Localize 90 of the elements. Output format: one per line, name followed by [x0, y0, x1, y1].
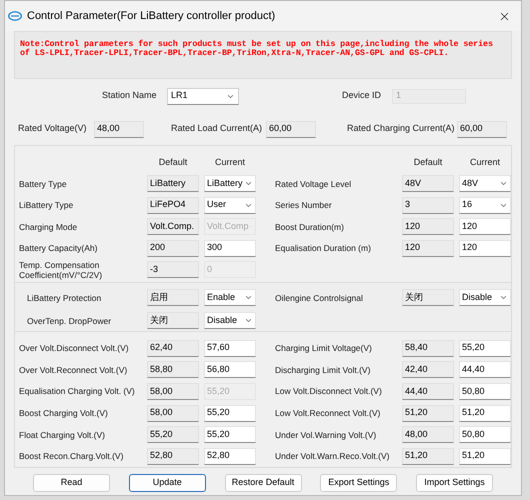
field-label: Oilengine Controlsignal: [275, 292, 363, 303]
default-field: 120: [402, 240, 454, 257]
column-header: Default: [158, 156, 188, 170]
dropdown[interactable]: Enable: [204, 289, 256, 306]
dialog-button[interactable]: Restore Default: [224, 474, 302, 492]
input-field[interactable]: 50,80: [459, 382, 511, 400]
field-label: Low Volt.Disconnect Volt.(V): [275, 386, 382, 396]
field-label: Boost Recon.Charg.Volt.(V): [19, 451, 124, 462]
default-field: 58,00: [147, 404, 199, 422]
default-field: Volt.Comp.: [147, 218, 199, 236]
column-header: Current: [214, 156, 246, 170]
default-field: 58,00: [147, 382, 199, 400]
dropdown[interactable]: 16: [459, 196, 511, 214]
default-field: 200: [147, 240, 199, 257]
input-field[interactable]: 120: [459, 218, 511, 236]
field-label: Temp. Compensation Coefficient(mV/°C/2V): [19, 260, 104, 280]
input-field[interactable]: 51,20: [459, 404, 511, 422]
field-label: Equalisation Duration (m): [275, 243, 371, 254]
input-field[interactable]: 55,20: [204, 404, 256, 422]
dropdown[interactable]: LiBattery: [204, 175, 256, 192]
window-title: Control Parameter(For LiBattery controller product): [27, 8, 276, 24]
default-field: 60,00: [457, 120, 507, 138]
default-field: 58,40: [402, 340, 454, 357]
device-id-label: Device ID: [342, 89, 382, 102]
default-field: 关闭: [402, 289, 454, 306]
default-field: 3: [402, 196, 454, 214]
field-label: Over Volt.Reconnect Volt.(V): [19, 364, 128, 375]
dialog-button[interactable]: Import Settings: [416, 474, 493, 492]
default-field: 51,20: [402, 404, 454, 422]
field-label: Series Number: [275, 200, 332, 210]
field-label: Under Volt.Warn.Reco.Volt.(V): [275, 451, 390, 462]
input-field[interactable]: 55,20: [459, 340, 511, 357]
default-field: 62,40: [147, 340, 199, 357]
default-field: 55,20: [147, 426, 199, 444]
default-field: LiBattery: [147, 175, 199, 192]
field-label: Equalisation Charging Volt. (V): [19, 386, 135, 396]
field-label: Battery Capacity(Ah): [19, 243, 98, 254]
default-field: 58,80: [147, 361, 199, 378]
field-label: Rated Voltage Level: [275, 178, 352, 189]
dialog-button[interactable]: Export Settings: [320, 474, 398, 492]
input-field[interactable]: 50,80: [459, 426, 511, 444]
column-header: Default: [412, 156, 444, 170]
note-text: Note:Control parameters for such products must be set up on this page,including the whole series of LS-LPLI,Tracer-LPLI,Tracer-BPL,Tracer-BP,TriRon,Xtra-N,Tracer-AN,GS-GPL and GS-CPLI.: [20, 40, 494, 58]
app-logo-icon: [8, 11, 22, 21]
field-label: Over Volt.Disconnect Volt.(V): [19, 343, 129, 354]
input-field[interactable]: 51,20: [459, 448, 511, 465]
input-field[interactable]: 52,80: [204, 448, 256, 465]
default-field: 启用: [147, 289, 199, 306]
input-field[interactable]: 57,60: [204, 340, 256, 357]
field-label: Discharging Limit Volt.(V): [275, 364, 370, 375]
default-field: 44,40: [402, 382, 454, 400]
field-label: Low Volt.Reconnect Volt.(V): [275, 408, 380, 418]
dropdown[interactable]: 48V: [459, 175, 511, 192]
rated-label: Rated Charging Current(A): [347, 122, 456, 136]
field-label: Float Charging Volt.(V): [19, 430, 105, 440]
default-field: 48,00: [94, 120, 144, 138]
dropdown[interactable]: Disable: [204, 312, 256, 330]
default-field: 52,80: [147, 448, 199, 465]
input-field[interactable]: 56,80: [204, 361, 256, 378]
default-field: 51,20: [402, 448, 454, 465]
field-label: LiBattery Protection: [27, 292, 102, 303]
dialog-button[interactable]: Update: [128, 474, 206, 492]
default-field: LiFePO4: [147, 196, 199, 214]
default-field: 60,00: [266, 120, 316, 138]
default-field: -3: [147, 261, 199, 278]
input-field[interactable]: 44,40: [459, 361, 511, 378]
field-label: LiBattery Type: [19, 200, 74, 210]
field-label: OverTenp. DropPower: [27, 316, 112, 326]
dialog-button[interactable]: Read: [33, 474, 110, 492]
column-header: Current: [468, 156, 501, 170]
input-field[interactable]: 120: [459, 240, 511, 257]
default-field: 42,40: [402, 361, 454, 378]
field-label: Charging Limit Voltage(V): [275, 343, 372, 354]
default-field: 48,00: [402, 426, 454, 444]
field-label: Charging Mode: [19, 222, 78, 232]
dropdown[interactable]: Disable: [459, 289, 511, 306]
default-field: 48V: [402, 175, 454, 192]
default-field: 120: [402, 218, 454, 236]
field-label: Boost Duration(m): [275, 222, 344, 232]
station-name-label: Station Name: [102, 89, 158, 102]
field-label: Under Vol.Warning Volt.(V): [275, 430, 376, 440]
field-label: Boost Charging Volt.(V): [19, 408, 108, 418]
field-label: Battery Type: [19, 178, 67, 189]
rated-label: Rated Voltage(V): [18, 122, 88, 136]
default-field: 关闭: [147, 312, 199, 330]
dropdown[interactable]: User: [204, 196, 256, 214]
rated-label: Rated Load Current(A): [171, 122, 264, 136]
input-field[interactable]: 55,20: [204, 426, 256, 444]
station-dropdown[interactable]: LR1: [167, 88, 239, 104]
input-field[interactable]: 300: [204, 240, 256, 257]
